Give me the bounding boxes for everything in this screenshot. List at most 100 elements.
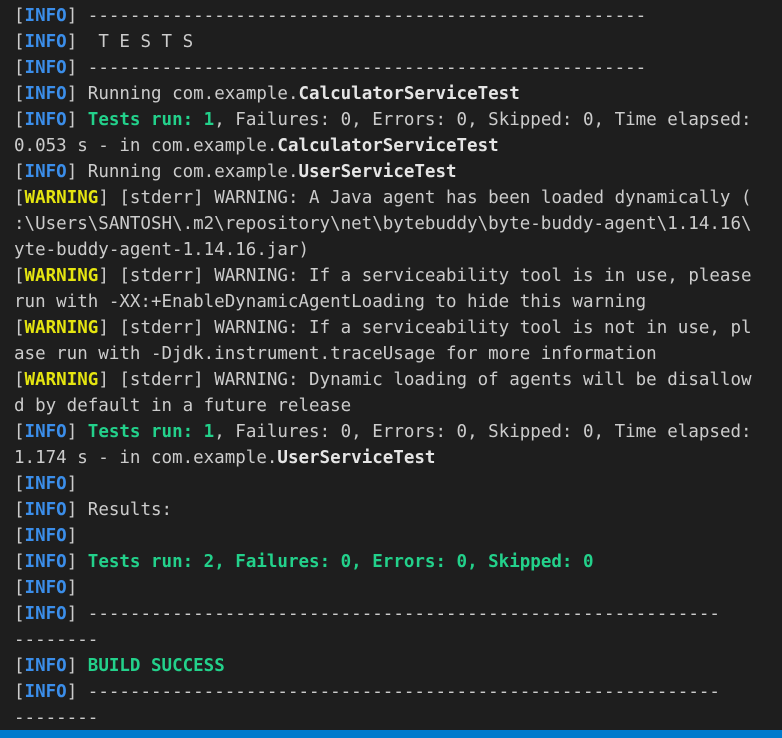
bracket: ]	[66, 84, 88, 104]
bracket: ]	[66, 32, 88, 52]
bracket: ]	[98, 188, 120, 208]
warning-tag: WARNING	[24, 188, 99, 208]
text-segment: yte-buddy-agent-1.14.16.jar)	[14, 240, 310, 260]
info-tag: INFO	[24, 604, 67, 624]
info-tag: INFO	[24, 526, 67, 546]
text-segment: , Failures: 0, Errors: 0, Skipped: 0, Ti…	[214, 110, 752, 130]
terminal-line: [WARNING] [stderr] WARNING: If a service…	[14, 315, 782, 341]
terminal-line: [WARNING] [stderr] WARNING: Dynamic load…	[14, 367, 782, 393]
terminal-line: [WARNING] [stderr] WARNING: If a service…	[14, 263, 782, 289]
terminal-line: [INFO]	[14, 575, 782, 601]
bracket: ]	[98, 318, 120, 338]
terminal-line: ase run with -Djdk.instrument.traceUsage…	[14, 341, 782, 367]
terminal-line: yte-buddy-agent-1.14.16.jar)	[14, 237, 782, 263]
bracket: ]	[66, 6, 88, 26]
bracket: [	[14, 578, 25, 598]
info-tag: INFO	[24, 500, 67, 520]
bracket: [	[14, 188, 25, 208]
bracket: [	[14, 58, 25, 78]
terminal-line: d by default in a future release	[14, 393, 782, 419]
info-tag: INFO	[24, 32, 67, 52]
class-name: CalculatorServiceTest	[277, 136, 499, 156]
info-tag: INFO	[24, 474, 67, 494]
info-tag: INFO	[24, 682, 67, 702]
info-tag: INFO	[24, 6, 67, 26]
bracket: ]	[66, 422, 88, 442]
text-segment: ----------------------------------------…	[87, 6, 647, 26]
bracket: ]	[66, 578, 78, 598]
class-name: UserServiceTest	[298, 162, 457, 182]
bracket: [	[14, 604, 25, 624]
terminal-line: [INFO] ---------------------------------…	[14, 3, 782, 29]
bracket: ]	[66, 162, 88, 182]
warning-tag: WARNING	[24, 370, 99, 390]
text-segment: [stderr] WARNING: Dynamic loading of age…	[119, 370, 752, 390]
terminal-line: [INFO] T E S T S	[14, 29, 782, 55]
text-segment: Results:	[87, 500, 173, 520]
bracket: ]	[66, 682, 88, 702]
success-text: Tests run: 2, Failures: 0, Errors: 0, Sk…	[87, 552, 594, 572]
status-bar	[0, 730, 782, 738]
text-segment: --------	[14, 708, 99, 728]
terminal-line: 0.053 s - in com.example.CalculatorServi…	[14, 133, 782, 159]
terminal-line: [INFO]	[14, 523, 782, 549]
terminal-line: --------	[14, 627, 782, 653]
text-segment: ----------------------------------------…	[87, 604, 720, 624]
bracket: [	[14, 162, 25, 182]
terminal-line: [INFO] ---------------------------------…	[14, 55, 782, 81]
bracket: [	[14, 474, 25, 494]
terminal-line: [INFO] Running com.example.UserServiceTe…	[14, 159, 782, 185]
terminal-line: --------	[14, 705, 782, 730]
info-tag: INFO	[24, 552, 67, 572]
bracket: ]	[66, 500, 88, 520]
text-segment: [stderr] WARNING: If a serviceability to…	[119, 318, 752, 338]
bracket: [	[14, 32, 25, 52]
bracket: [	[14, 552, 25, 572]
text-segment: run with -XX:+EnableDynamicAgentLoading …	[14, 292, 647, 312]
class-name: CalculatorServiceTest	[298, 84, 520, 104]
info-tag: INFO	[24, 656, 67, 676]
bracket: ]	[98, 266, 120, 286]
terminal-line: :\Users\SANTOSH\.m2\repository\net\byteb…	[14, 211, 782, 237]
bracket: [	[14, 84, 25, 104]
terminal-line: [INFO] Tests run: 2, Failures: 0, Errors…	[14, 549, 782, 575]
terminal-line: [INFO] Tests run: 1, Failures: 0, Errors…	[14, 419, 782, 445]
text-segment: , Failures: 0, Errors: 0, Skipped: 0, Ti…	[214, 422, 752, 442]
terminal-line: [INFO] ---------------------------------…	[14, 601, 782, 627]
bracket: ]	[66, 526, 78, 546]
bracket: [	[14, 110, 25, 130]
terminal-line: [INFO] Tests run: 1, Failures: 0, Errors…	[14, 107, 782, 133]
info-tag: INFO	[24, 110, 67, 130]
bracket: ]	[66, 110, 88, 130]
terminal-line: run with -XX:+EnableDynamicAgentLoading …	[14, 289, 782, 315]
bracket: [	[14, 500, 25, 520]
info-tag: INFO	[24, 84, 67, 104]
bracket: ]	[98, 370, 120, 390]
terminal-line: [WARNING] [stderr] WARNING: A Java agent…	[14, 185, 782, 211]
terminal-output[interactable]: [INFO] ---------------------------------…	[0, 0, 782, 730]
success-text: Tests run: 1	[87, 422, 215, 442]
text-segment: 1.174 s - in com.example.	[14, 448, 278, 468]
text-segment: Running com.example.	[87, 84, 299, 104]
terminal-line: [INFO] Results:	[14, 497, 782, 523]
text-segment: d by default in a future release	[14, 396, 352, 416]
bracket: [	[14, 266, 25, 286]
text-segment: :\Users\SANTOSH\.m2\repository\net\byteb…	[14, 214, 752, 234]
terminal-line: 1.174 s - in com.example.UserServiceTest	[14, 445, 782, 471]
bracket: ]	[66, 58, 88, 78]
terminal-line: [INFO] BUILD SUCCESS	[14, 653, 782, 679]
bracket: [	[14, 318, 25, 338]
terminal-line: [INFO] ---------------------------------…	[14, 679, 782, 705]
class-name: UserServiceTest	[277, 448, 436, 468]
text-segment: --------	[14, 630, 99, 650]
bracket: [	[14, 682, 25, 702]
bracket: [	[14, 422, 25, 442]
text-segment: ----------------------------------------…	[87, 682, 720, 702]
warning-tag: WARNING	[24, 318, 99, 338]
info-tag: INFO	[24, 58, 67, 78]
text-segment: [stderr] WARNING: A Java agent has been …	[119, 188, 752, 208]
text-segment: Running com.example.	[87, 162, 299, 182]
bracket: ]	[66, 474, 78, 494]
text-segment: 0.053 s - in com.example.	[14, 136, 278, 156]
bracket: [	[14, 6, 25, 26]
